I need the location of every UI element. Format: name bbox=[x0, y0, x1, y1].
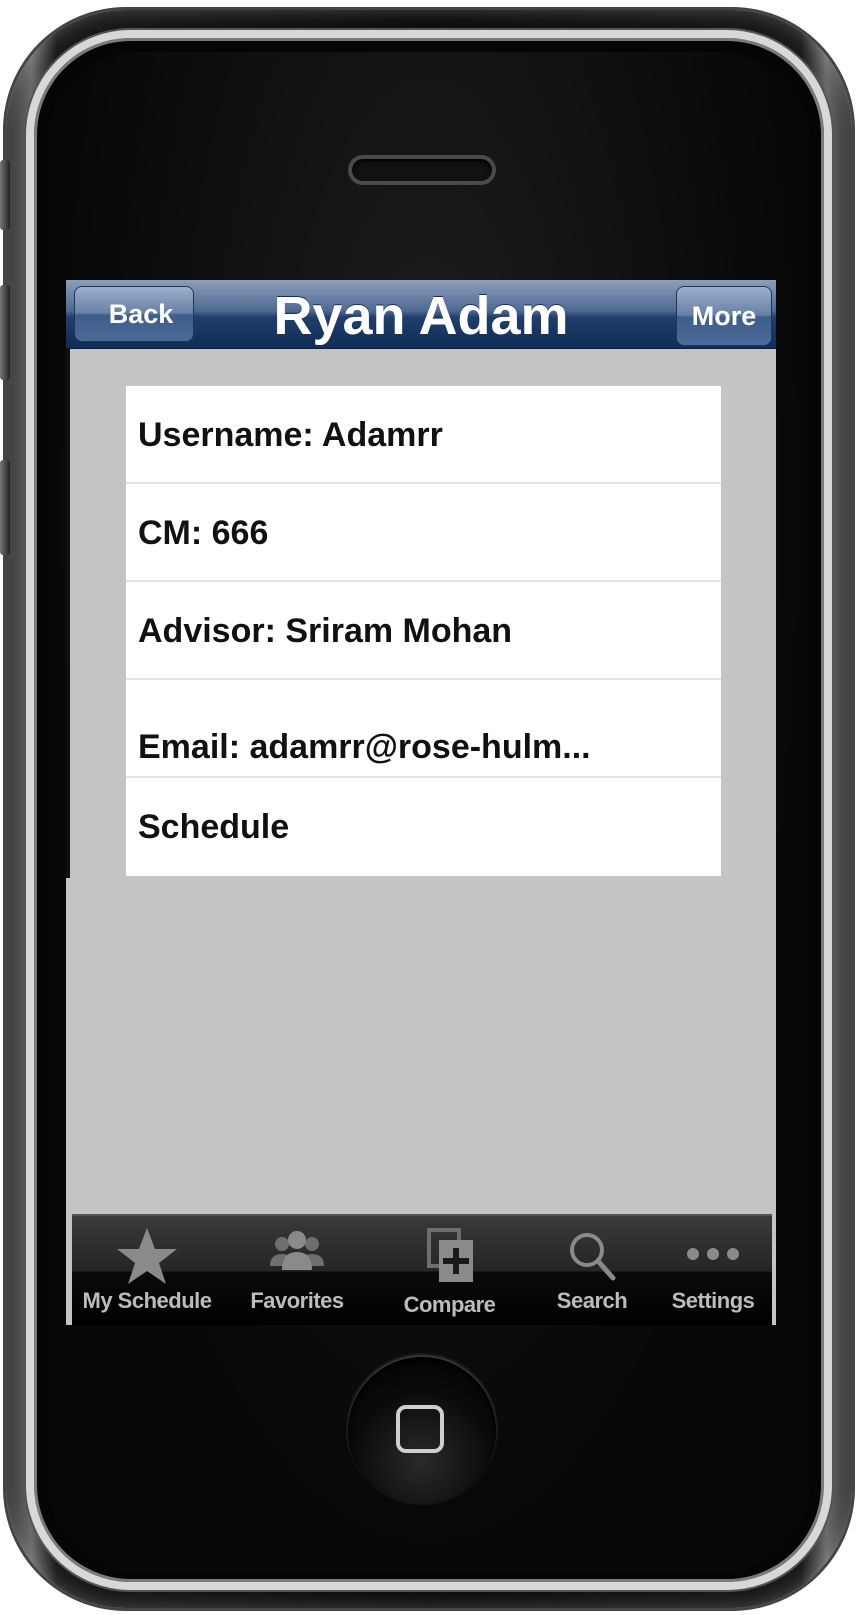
star-icon bbox=[117, 1228, 177, 1284]
advisor-text: Advisor: Sriram Mohan bbox=[138, 612, 513, 650]
tab-label: Favorites bbox=[250, 1288, 344, 1313]
advisor-row[interactable]: Advisor: Sriram Mohan bbox=[126, 582, 721, 680]
people-icon bbox=[270, 1231, 324, 1270]
home-square-icon bbox=[396, 1405, 444, 1453]
schedule-row[interactable]: Schedule bbox=[126, 778, 721, 876]
detail-list: Username: Adamrr CM: 666 Advisor: Sriram… bbox=[126, 386, 721, 876]
search-icon bbox=[570, 1233, 616, 1281]
page-title: Ryan Adam bbox=[273, 286, 569, 346]
tab-label: My Schedule bbox=[82, 1288, 212, 1313]
username-row[interactable]: Username: Adamrr bbox=[126, 386, 721, 484]
email-text: Email: adamrr@rose-hulm... bbox=[138, 728, 591, 766]
back-button[interactable]: Back bbox=[74, 286, 194, 342]
username-text: Username: Adamrr bbox=[138, 416, 443, 454]
device-frame: Back Ryan Adam More Username: Adamrr CM:… bbox=[0, 0, 857, 1615]
tab-label: Compare bbox=[403, 1292, 496, 1317]
tab-search[interactable]: Search bbox=[532, 1216, 652, 1325]
email-row[interactable]: Email: adamrr@rose-hulm... bbox=[126, 680, 721, 778]
tab-settings[interactable]: Settings bbox=[654, 1216, 772, 1325]
compare-icon bbox=[426, 1228, 473, 1282]
mute-switch bbox=[0, 160, 10, 230]
cm-text: CM: 666 bbox=[138, 514, 269, 552]
home-button[interactable] bbox=[348, 1357, 496, 1505]
tab-favorites[interactable]: Favorites bbox=[232, 1216, 362, 1325]
tab-label: Settings bbox=[671, 1288, 755, 1313]
tab-my-schedule[interactable]: My Schedule bbox=[72, 1216, 222, 1325]
tab-bar: My Schedule Favorites Compare Search Set… bbox=[72, 1214, 772, 1325]
tab-compare[interactable]: Compare bbox=[377, 1216, 522, 1325]
cm-row[interactable]: CM: 666 bbox=[126, 484, 721, 582]
back-button-label: Back bbox=[108, 299, 174, 329]
volume-down-button bbox=[0, 460, 10, 555]
more-dots-icon bbox=[687, 1248, 739, 1260]
tab-label: Search bbox=[556, 1288, 628, 1313]
volume-up-button bbox=[0, 285, 10, 380]
schedule-text: Schedule bbox=[138, 808, 290, 846]
earpiece-speaker bbox=[348, 155, 496, 185]
navigation-bar: Back Ryan Adam More bbox=[66, 280, 776, 349]
more-button[interactable]: More bbox=[676, 286, 772, 346]
content-edge bbox=[66, 348, 70, 878]
app-screen: Back Ryan Adam More Username: Adamrr CM:… bbox=[66, 280, 776, 1325]
